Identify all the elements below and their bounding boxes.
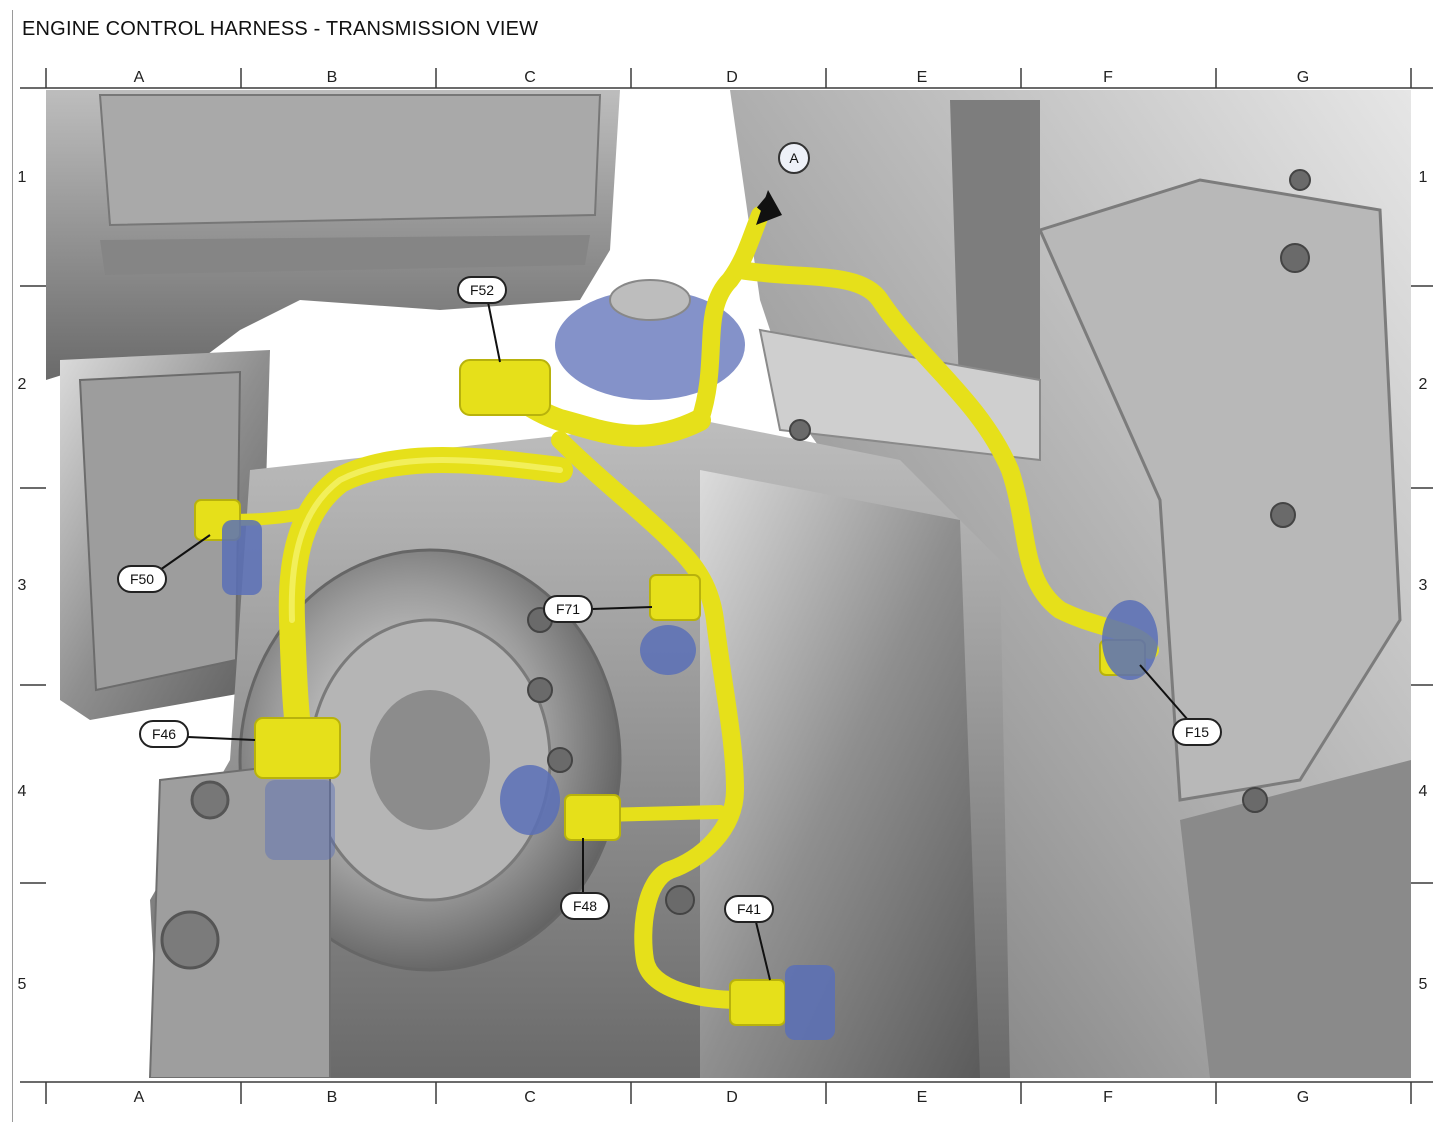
row-label-4-right: 4 — [1419, 783, 1428, 800]
row-labels-right: 1 2 3 4 5 — [1419, 169, 1428, 993]
col-label-a: A — [134, 69, 145, 86]
engine-illustration — [46, 90, 1411, 1078]
col-label-f-bottom: F — [1103, 1089, 1113, 1106]
harness-diagram: A B C D E F G A B C D E F G 1 2 3 4 5 1 … — [18, 68, 1433, 1106]
col-label-f: F — [1103, 69, 1113, 86]
col-label-d: D — [726, 69, 738, 86]
callout-f46: F46 — [139, 720, 189, 748]
callout-f52-label: F52 — [470, 282, 494, 298]
col-label-g-bottom: G — [1297, 1089, 1309, 1106]
callout-a-label: A — [789, 150, 799, 166]
col-label-e: E — [917, 69, 928, 86]
row-labels-left: 1 2 3 4 5 — [18, 169, 27, 993]
col-label-e-bottom: E — [917, 1089, 928, 1106]
callout-a: A — [778, 142, 810, 174]
callout-f71: F71 — [543, 595, 593, 623]
col-label-b-bottom: B — [327, 1089, 338, 1106]
row-label-1: 1 — [18, 169, 27, 186]
callout-f50: F50 — [117, 565, 167, 593]
col-label-c: C — [524, 69, 536, 86]
row-label-3-right: 3 — [1419, 577, 1428, 594]
row-label-3: 3 — [18, 577, 27, 594]
column-labels-bottom: A B C D E F G — [134, 1089, 1310, 1106]
col-label-g: G — [1297, 69, 1309, 86]
callout-f52: F52 — [457, 276, 507, 304]
row-label-5-right: 5 — [1419, 976, 1428, 993]
row-label-4: 4 — [18, 783, 27, 800]
callout-f46-label: F46 — [152, 726, 176, 742]
col-label-b: B — [327, 69, 338, 86]
column-labels-top: A B C D E F G — [134, 69, 1310, 86]
row-label-2: 2 — [18, 376, 27, 393]
col-label-d-bottom: D — [726, 1089, 738, 1106]
callout-f48-label: F48 — [573, 898, 597, 914]
callout-f48: F48 — [560, 892, 610, 920]
callout-f41: F41 — [724, 895, 774, 923]
callout-f15-label: F15 — [1185, 724, 1209, 740]
col-label-a-bottom: A — [134, 1089, 145, 1106]
callout-f41-label: F41 — [737, 901, 761, 917]
callout-f71-label: F71 — [556, 601, 580, 617]
callout-f50-label: F50 — [130, 571, 154, 587]
col-label-c-bottom: C — [524, 1089, 536, 1106]
callout-f15: F15 — [1172, 718, 1222, 746]
row-label-5: 5 — [18, 976, 27, 993]
row-label-2-right: 2 — [1419, 376, 1428, 393]
row-label-1-right: 1 — [1419, 169, 1428, 186]
